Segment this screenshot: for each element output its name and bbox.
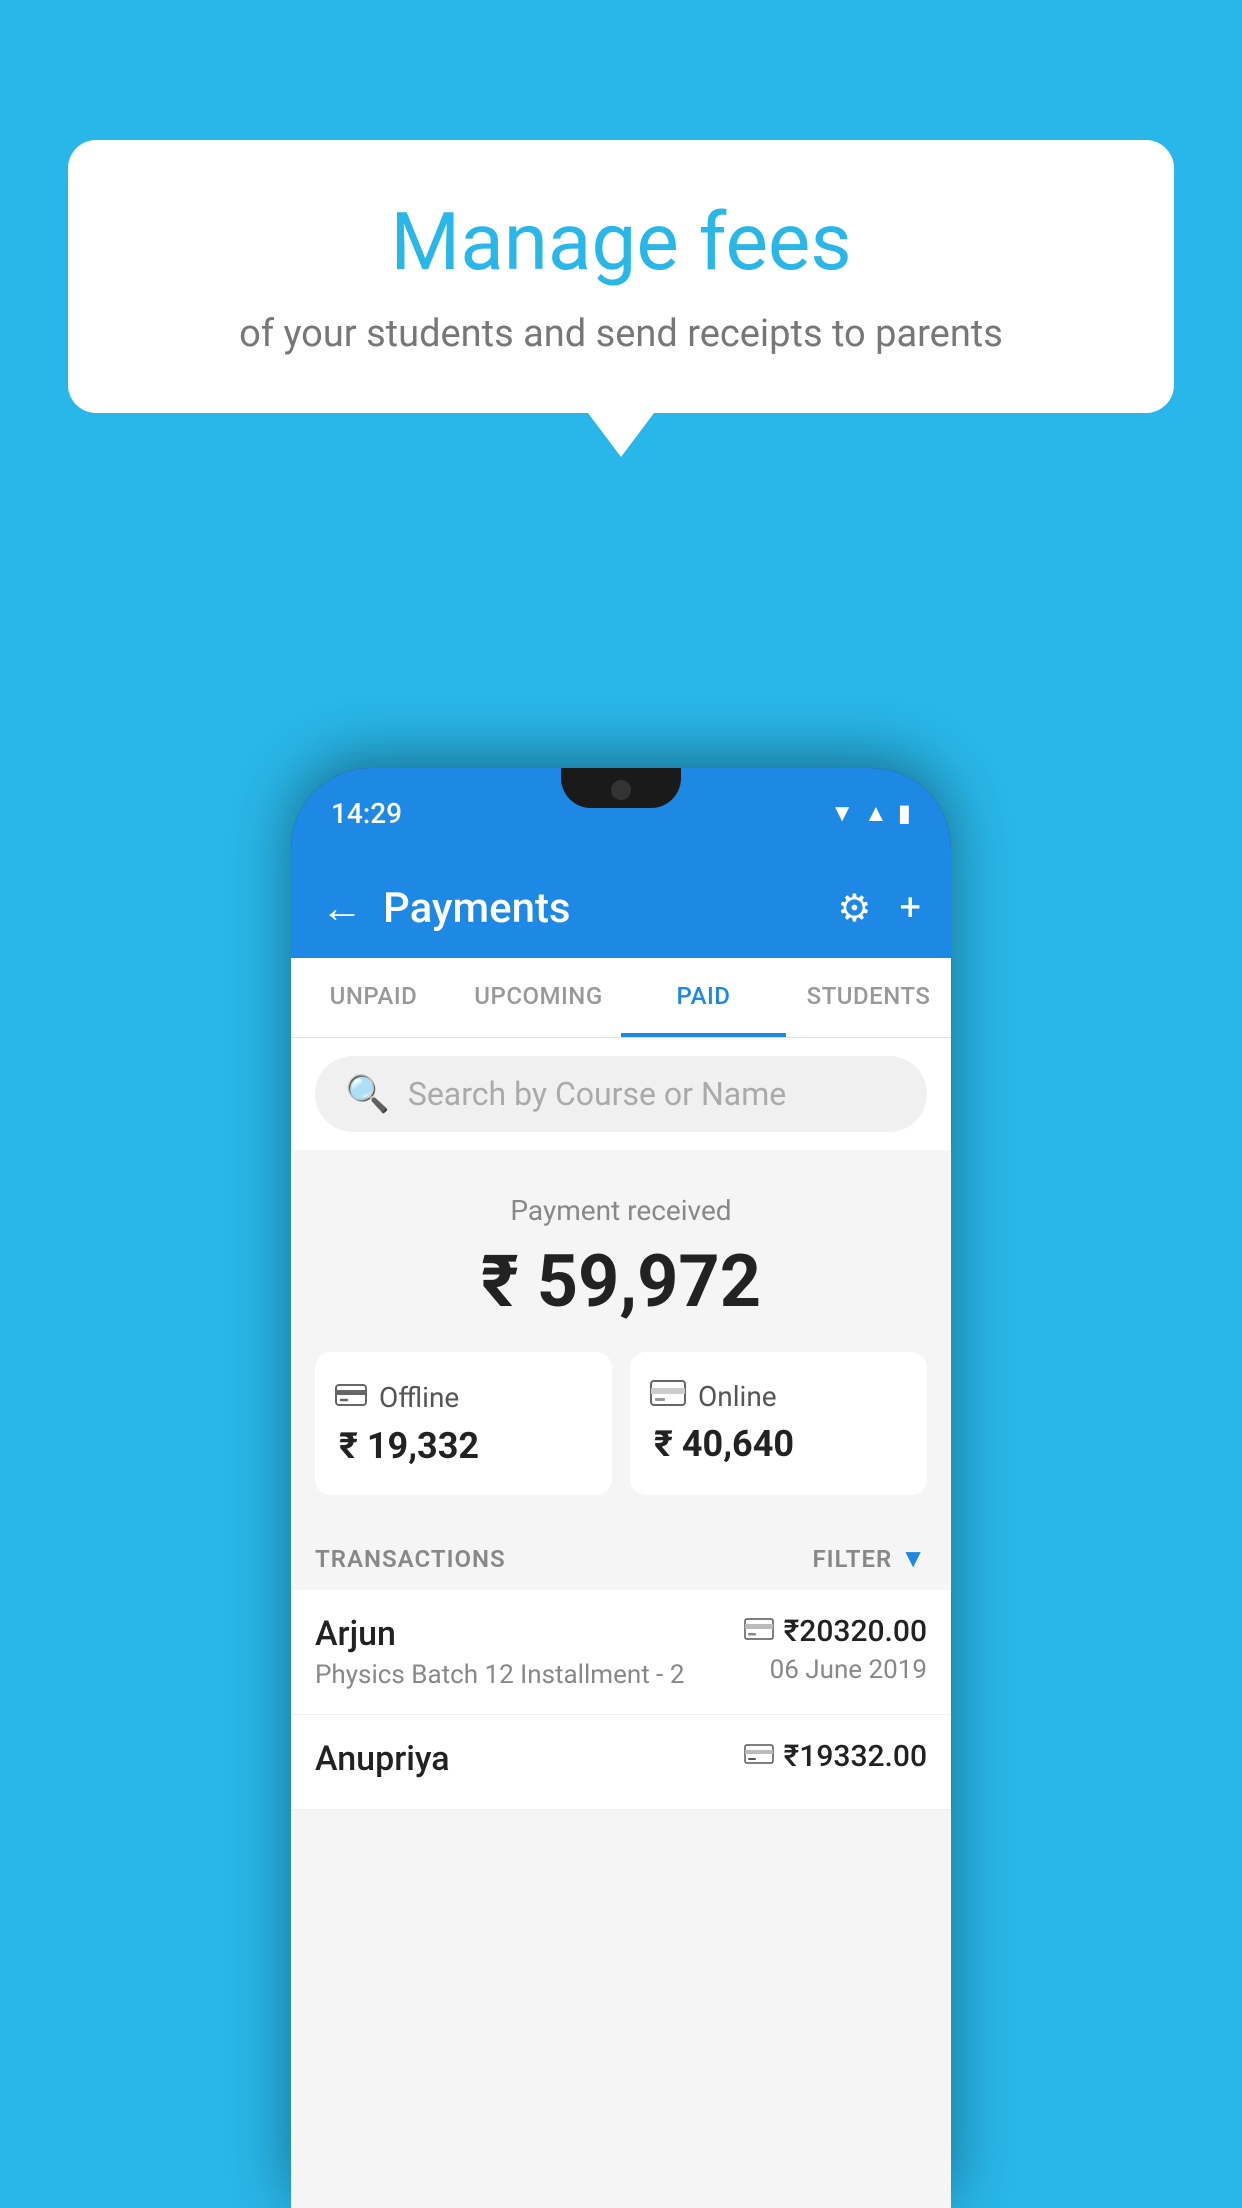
- transaction-name: Arjun: [315, 1614, 684, 1654]
- online-amount: ₹ 40,640: [654, 1423, 794, 1465]
- signal-icon: ▲: [864, 799, 888, 828]
- header-icons: ⚙ +: [837, 886, 921, 931]
- transaction-row[interactable]: Arjun Physics Batch 12 Installment - 2 ₹…: [291, 1590, 951, 1715]
- transaction-right: ₹19332.00: [744, 1739, 927, 1780]
- battery-icon: ▮: [898, 799, 911, 827]
- offline-icon: [335, 1380, 367, 1415]
- transactions-header: TRANSACTIONS FILTER ▼: [291, 1519, 951, 1590]
- transaction-amount-row: ₹20320.00: [744, 1614, 927, 1649]
- tab-paid[interactable]: PAID: [621, 958, 786, 1037]
- tab-unpaid[interactable]: UNPAID: [291, 958, 456, 1037]
- phone-frame: 14:29 ▼ ▲ ▮ ← Payments ⚙ + UNPAID UPCOMI…: [291, 768, 951, 2208]
- payment-cards: Offline ₹ 19,332: [315, 1352, 927, 1495]
- bubble-subtitle: of your students and send receipts to pa…: [128, 308, 1114, 361]
- transaction-right: ₹20320.00 06 June 2019: [744, 1614, 927, 1685]
- transaction-row[interactable]: Anupriya ₹19332.00: [291, 1715, 951, 1810]
- notch-camera: [611, 780, 631, 800]
- search-bar[interactable]: 🔍 Search by Course or Name: [315, 1056, 927, 1132]
- search-icon: 🔍: [345, 1073, 390, 1115]
- app-header: ← Payments ⚙ +: [291, 858, 951, 958]
- status-bar: 14:29 ▼ ▲ ▮: [291, 768, 951, 858]
- transactions-label: TRANSACTIONS: [315, 1545, 506, 1573]
- speech-bubble: Manage fees of your students and send re…: [68, 140, 1174, 413]
- filter-button[interactable]: FILTER ▼: [812, 1543, 927, 1574]
- transactions-list: Arjun Physics Batch 12 Installment - 2 ₹…: [291, 1590, 951, 1810]
- settings-icon[interactable]: ⚙: [837, 886, 871, 931]
- add-icon[interactable]: +: [899, 886, 921, 930]
- tab-upcoming[interactable]: UPCOMING: [456, 958, 621, 1037]
- notch: [561, 768, 681, 808]
- status-time: 14:29: [331, 797, 402, 830]
- transaction-left: Arjun Physics Batch 12 Installment - 2: [315, 1614, 684, 1690]
- payment-summary: Payment received ₹ 59,972 Offline: [291, 1158, 951, 1519]
- status-icons: ▼ ▲ ▮: [830, 799, 911, 828]
- online-icon: [650, 1380, 686, 1413]
- bubble-title: Manage fees: [128, 196, 1114, 288]
- offline-card-header: Offline: [335, 1380, 459, 1415]
- transaction-date: 06 June 2019: [744, 1655, 927, 1685]
- transaction-amount-row: ₹19332.00: [744, 1739, 927, 1774]
- online-card-header: Online: [650, 1380, 777, 1413]
- offline-amount: ₹ 19,332: [339, 1425, 479, 1467]
- app-title: Payments: [383, 884, 817, 933]
- transaction-name: Anupriya: [315, 1739, 450, 1779]
- tab-students[interactable]: STUDENTS: [786, 958, 951, 1037]
- online-card: Online ₹ 40,640: [630, 1352, 927, 1495]
- transaction-amount: ₹19332.00: [784, 1739, 927, 1774]
- wifi-icon: ▼: [830, 799, 854, 828]
- transaction-amount: ₹20320.00: [784, 1614, 927, 1649]
- content-area: 🔍 Search by Course or Name Payment recei…: [291, 1038, 951, 2208]
- payment-received-label: Payment received: [315, 1194, 927, 1227]
- tabs-bar: UNPAID UPCOMING PAID STUDENTS: [291, 958, 951, 1038]
- transaction-desc: Physics Batch 12 Installment - 2: [315, 1660, 684, 1690]
- transaction-left: Anupriya: [315, 1739, 450, 1785]
- filter-icon: ▼: [900, 1543, 927, 1574]
- offline-card: Offline ₹ 19,332: [315, 1352, 612, 1495]
- back-button[interactable]: ←: [321, 884, 363, 933]
- payment-total-amount: ₹ 59,972: [315, 1239, 927, 1324]
- offline-label: Offline: [379, 1381, 459, 1414]
- speech-bubble-container: Manage fees of your students and send re…: [68, 140, 1174, 413]
- search-placeholder: Search by Course or Name: [408, 1075, 786, 1113]
- online-label: Online: [698, 1380, 777, 1413]
- card-payment-icon: [744, 1617, 774, 1647]
- offline-payment-icon: [744, 1741, 774, 1772]
- search-bar-wrap: 🔍 Search by Course or Name: [291, 1038, 951, 1150]
